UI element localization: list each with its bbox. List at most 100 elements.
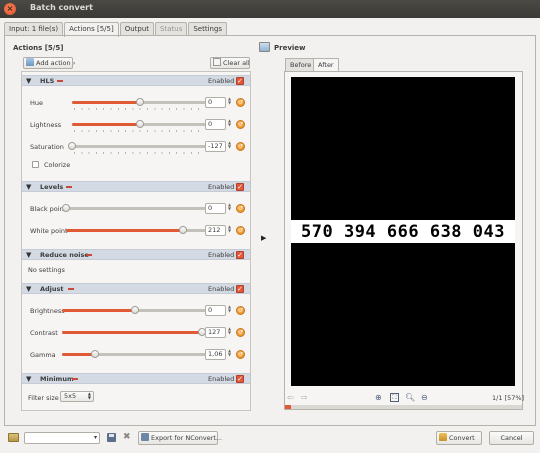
slider-handle[interactable]: [135, 120, 144, 128]
page-info: 1/1 [57%]: [492, 394, 525, 402]
preset-select[interactable]: ▾: [24, 432, 100, 444]
close-window-icon[interactable]: ×: [4, 3, 16, 15]
reset-icon[interactable]: ↺: [236, 204, 245, 213]
colorize-label: Colorize: [44, 161, 71, 169]
black-point-slider[interactable]: [62, 204, 207, 212]
spin-arrows-icon[interactable]: ▲ ▼: [228, 327, 233, 335]
enabled-checkbox[interactable]: ✓: [236, 285, 244, 293]
lightness-slider[interactable]: [72, 120, 207, 128]
hue-label: Hue: [30, 99, 44, 107]
hue-slider[interactable]: [72, 98, 207, 106]
panel-collapse-arrow-icon[interactable]: ▶: [261, 234, 266, 242]
reset-icon[interactable]: ↺: [236, 120, 245, 129]
remove-action-icon[interactable]: [57, 80, 63, 82]
saturation-spinbox[interactable]: -127: [205, 141, 226, 152]
enabled-checkbox[interactable]: ✓: [236, 77, 244, 85]
reset-icon[interactable]: ↺: [236, 350, 245, 359]
hue-spinbox[interactable]: 0: [205, 97, 226, 108]
spin-arrows-icon[interactable]: ▲ ▼: [228, 305, 233, 313]
slider-handle[interactable]: [68, 142, 76, 150]
tab-settings[interactable]: Settings: [188, 22, 228, 36]
slider-handle[interactable]: [130, 306, 139, 314]
brightness-slider[interactable]: [62, 306, 207, 314]
slider-handle[interactable]: [62, 204, 70, 212]
enabled-checkbox[interactable]: ✓: [236, 375, 244, 383]
remove-action-icon[interactable]: [66, 186, 72, 188]
clear-all-button[interactable]: Clear all: [210, 57, 250, 69]
next-arrow-icon[interactable]: ⇨: [301, 393, 308, 402]
contrast-label: Contrast: [30, 329, 58, 337]
enabled-checkbox[interactable]: ✓: [236, 183, 244, 191]
gamma-spinbox[interactable]: 1,06: [205, 349, 226, 360]
collapse-arrow-icon[interactable]: ▼: [26, 374, 31, 384]
zoom-out-icon[interactable]: ⊖: [421, 393, 428, 402]
collapse-arrow-icon[interactable]: ▼: [26, 284, 31, 294]
preview-scrollbar[interactable]: [285, 405, 522, 409]
reset-icon[interactable]: ↺: [236, 142, 245, 151]
collapse-arrow-icon[interactable]: ▼: [26, 182, 31, 192]
section-minimum-header[interactable]: ▼ Minimum Enabled ✓: [22, 373, 250, 384]
add-action-button[interactable]: Add action ›: [23, 57, 75, 69]
save-icon[interactable]: [107, 433, 116, 442]
previous-arrow-icon[interactable]: ⇦: [287, 393, 294, 402]
tab-before[interactable]: Before: [285, 58, 317, 71]
cancel-button[interactable]: Cancel: [489, 431, 534, 445]
slider-ticks: [74, 152, 205, 154]
spin-arrows-icon[interactable]: ▲ ▼: [228, 97, 233, 105]
delete-icon[interactable]: ✖: [123, 432, 131, 442]
slider-fill: [62, 309, 135, 312]
enabled-label: Enabled: [208, 77, 235, 85]
brightness-spinbox[interactable]: 0: [205, 305, 226, 316]
spin-arrows-icon[interactable]: ▲ ▼: [228, 225, 233, 233]
reset-icon[interactable]: ↺: [236, 98, 245, 107]
window-title: Batch convert: [30, 3, 93, 12]
reset-icon[interactable]: ↺: [236, 226, 245, 235]
collapse-arrow-icon[interactable]: ▼: [26, 76, 31, 86]
section-levels-header[interactable]: ▼ Levels Enabled ✓: [22, 181, 250, 192]
preview-image[interactable]: 570 394 666 638 043: [291, 77, 515, 386]
enabled-label: Enabled: [208, 285, 235, 293]
tab-after[interactable]: After: [313, 58, 339, 72]
slider-ticks: [74, 108, 205, 110]
white-point-slider[interactable]: [66, 226, 207, 234]
collapse-arrow-icon[interactable]: ▼: [26, 250, 31, 260]
reset-icon[interactable]: ↺: [236, 328, 245, 337]
clear-all-label: Clear all: [223, 59, 250, 67]
scrollbar-thumb[interactable]: [285, 405, 291, 409]
contrast-slider[interactable]: [62, 328, 206, 336]
zoom-fit-icon[interactable]: ⛶: [390, 393, 399, 402]
remove-action-icon[interactable]: [68, 288, 74, 290]
slider-handle[interactable]: [91, 350, 100, 358]
open-folder-icon[interactable]: [8, 433, 19, 442]
tab-output[interactable]: Output: [119, 22, 155, 36]
black-point-label: Black point: [30, 205, 67, 213]
white-point-spinbox[interactable]: 212: [205, 225, 226, 236]
black-point-spinbox[interactable]: 0: [205, 203, 226, 214]
tab-input[interactable]: Input: 1 file(s): [4, 22, 64, 36]
saturation-slider[interactable]: [68, 142, 207, 150]
gamma-slider[interactable]: [62, 350, 207, 358]
spin-arrows-icon[interactable]: ▲ ▼: [228, 349, 233, 357]
contrast-spinbox[interactable]: 127: [205, 327, 226, 338]
spin-arrows-icon[interactable]: ▲ ▼: [228, 203, 233, 211]
zoom-in-icon[interactable]: ⊕: [375, 393, 382, 402]
section-reduce-noise-header[interactable]: ▼ Reduce noise Enabled ✓: [22, 249, 250, 260]
enabled-checkbox[interactable]: ✓: [236, 251, 244, 259]
export-nconvert-button[interactable]: Export for NConvert...: [138, 431, 222, 445]
spin-arrows-icon[interactable]: ▲ ▼: [228, 119, 233, 127]
section-hls-header[interactable]: ▼ HLS Enabled ✓: [22, 75, 250, 86]
colorize-checkbox[interactable]: [32, 161, 39, 168]
spin-arrows-icon[interactable]: ▲ ▼: [228, 141, 233, 149]
zoom-actual-icon[interactable]: 🔍︎: [405, 393, 415, 402]
slider-handle[interactable]: [135, 98, 144, 106]
convert-button[interactable]: Convert: [436, 431, 482, 445]
reset-icon[interactable]: ↺: [236, 306, 245, 315]
title-bar: × Batch convert: [0, 0, 540, 18]
section-adjust-header[interactable]: ▼ Adjust Enabled ✓: [22, 283, 250, 294]
action-list[interactable]: ▼ HLS Enabled ✓ Hue 0 ▲ ▼ ↺ Lightness 0 ▲…: [21, 71, 251, 411]
slider-handle[interactable]: [179, 226, 188, 234]
lightness-spinbox[interactable]: 0: [205, 119, 226, 130]
filter-size-select[interactable]: 5x5 ▲ ▼: [60, 391, 94, 402]
remove-action-icon[interactable]: [72, 378, 78, 380]
remove-action-icon[interactable]: [86, 254, 92, 256]
